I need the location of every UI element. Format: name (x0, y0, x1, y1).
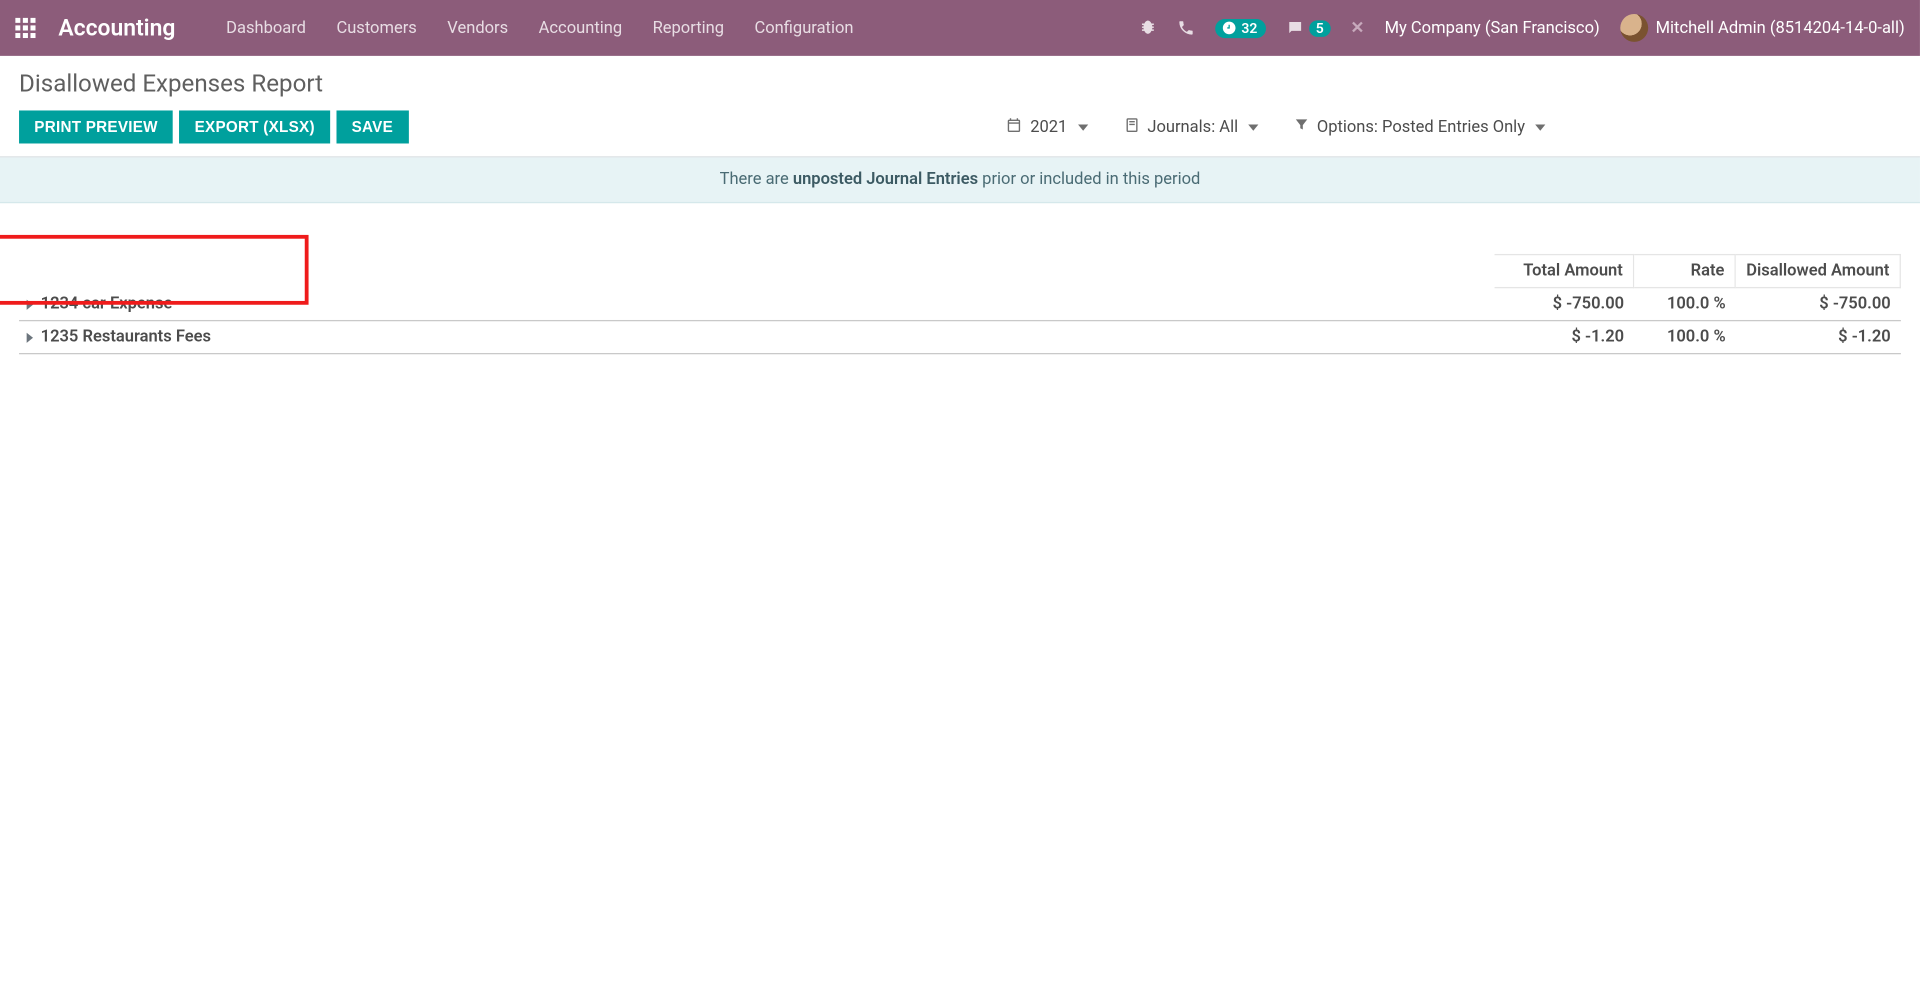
control-panel: Disallowed Expenses Report PRINT PREVIEW… (0, 56, 1920, 158)
nav-item-dashboard[interactable]: Dashboard (226, 18, 306, 37)
row-disallowed: $ -1.20 (1736, 325, 1901, 349)
close-icon[interactable]: ✕ (1350, 18, 1364, 37)
table-row[interactable]: 1235 Restaurants Fees $ -1.20 100.0 % $ … (19, 321, 1901, 354)
user-name: Mitchell Admin (8514204-14-0-all) (1656, 18, 1905, 37)
company-selector[interactable]: My Company (San Francisco) (1385, 18, 1600, 37)
filter-icon (1294, 117, 1309, 137)
nav-item-configuration[interactable]: Configuration (754, 18, 853, 37)
journals-value: All (1219, 117, 1238, 136)
messages-count: 5 (1309, 20, 1330, 37)
avatar (1620, 14, 1648, 42)
page-title: Disallowed Expenses Report (19, 69, 1901, 98)
nav-menu: Dashboard Customers Vendors Accounting R… (226, 18, 853, 37)
options-value: Posted Entries Only (1382, 117, 1525, 136)
col-header-total: Total Amount (1495, 254, 1635, 288)
options-label: Options: (1317, 117, 1378, 136)
row-disallowed: $ -750.00 (1736, 292, 1901, 316)
calendar-icon (1006, 116, 1023, 138)
unposted-entries-alert[interactable]: There are unposted Journal Entries prior… (0, 157, 1920, 203)
bug-icon[interactable] (1139, 19, 1157, 37)
row-total: $ -1.20 (1495, 325, 1635, 349)
row-name: 1234 car Expense (41, 295, 173, 314)
alert-text-pre: There are (720, 170, 793, 189)
print-preview-button[interactable]: PRINT PREVIEW (19, 110, 173, 143)
date-filter-value: 2021 (1030, 117, 1067, 136)
app-brand[interactable]: Accounting (58, 15, 175, 42)
col-header-rate: Rate (1634, 254, 1736, 288)
report-table: Total Amount Rate Disallowed Amount 1234… (0, 203, 1920, 354)
chevron-down-icon (1248, 124, 1258, 130)
journals-filter[interactable]: Journals: All (1123, 116, 1258, 138)
row-name: 1235 Restaurants Fees (41, 328, 211, 347)
col-header-disallowed: Disallowed Amount (1736, 254, 1901, 288)
row-rate: 100.0 % (1634, 325, 1736, 349)
nav-item-reporting[interactable]: Reporting (653, 18, 724, 37)
alert-text-bold: unposted Journal Entries (793, 170, 978, 189)
table-header-row: Total Amount Rate Disallowed Amount (19, 254, 1901, 288)
row-total: $ -750.00 (1495, 292, 1635, 316)
journals-label: Journals: (1147, 117, 1215, 136)
book-icon (1123, 116, 1140, 138)
alert-text-post: prior or included in this period (978, 170, 1200, 189)
nav-item-customers[interactable]: Customers (336, 18, 416, 37)
row-rate: 100.0 % (1634, 292, 1736, 316)
nav-item-vendors[interactable]: Vendors (447, 18, 508, 37)
table-row[interactable]: 1234 car Expense $ -750.00 100.0 % $ -75… (19, 288, 1901, 321)
phone-icon[interactable] (1177, 19, 1195, 37)
save-button[interactable]: SAVE (336, 110, 408, 143)
messages-badge[interactable]: 5 (1287, 19, 1331, 37)
user-menu[interactable]: Mitchell Admin (8514204-14-0-all) (1620, 14, 1905, 42)
options-filter[interactable]: Options: Posted Entries Only (1294, 116, 1545, 138)
date-filter[interactable]: 2021 (1006, 116, 1088, 138)
activities-badge[interactable]: 32 (1215, 18, 1267, 37)
nav-item-accounting[interactable]: Accounting (539, 18, 622, 37)
expand-icon[interactable] (27, 332, 33, 342)
activities-count: 32 (1241, 20, 1257, 37)
apps-icon[interactable] (15, 18, 35, 38)
main-navbar: Accounting Dashboard Customers Vendors A… (0, 0, 1920, 56)
expand-icon[interactable] (27, 299, 33, 309)
export-xlsx-button[interactable]: EXPORT (XLSX) (179, 110, 330, 143)
chevron-down-icon (1078, 124, 1088, 130)
chevron-down-icon (1535, 124, 1545, 130)
nav-right: 32 5 ✕ My Company (San Francisco) Mitche… (1139, 14, 1905, 42)
